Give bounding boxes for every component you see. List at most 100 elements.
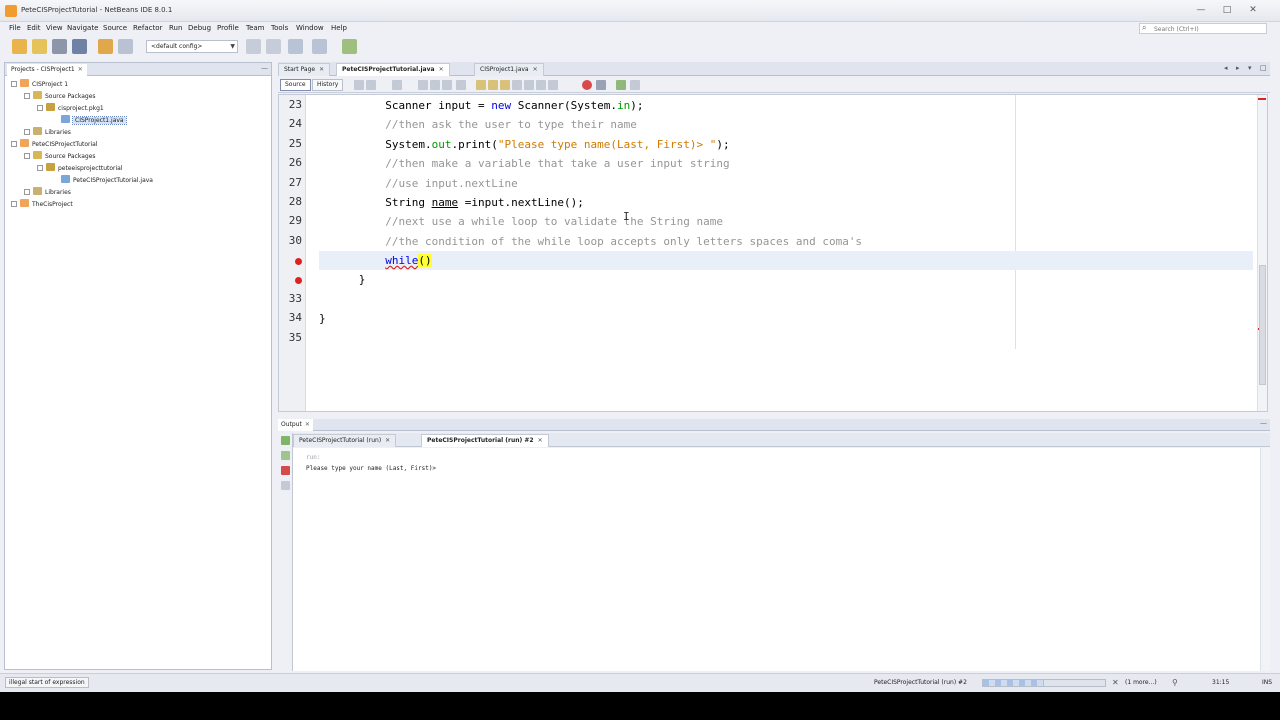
maximize-button[interactable]: □: [1214, 3, 1240, 17]
open-project-icon[interactable]: [52, 39, 67, 54]
tree-node-libraries[interactable]: Libraries: [24, 187, 71, 198]
stop-macro-icon[interactable]: [596, 80, 606, 90]
output-tab[interactable]: Output ✕: [278, 419, 313, 431]
menu-view[interactable]: View: [46, 24, 63, 32]
collapse-icon[interactable]: [24, 93, 30, 99]
comment-icon[interactable]: [536, 80, 546, 90]
expand-icon[interactable]: [24, 189, 30, 195]
minimize-panel-icon[interactable]: —: [261, 64, 268, 72]
config-select[interactable]: <default config> ▼: [146, 40, 238, 53]
error-icon[interactable]: [295, 258, 302, 265]
scroll-left-icon[interactable]: ◂: [1224, 64, 1228, 72]
menu-file[interactable]: File: [9, 24, 21, 32]
start-macro-icon[interactable]: [582, 80, 592, 90]
search-input[interactable]: [1154, 25, 1262, 33]
tree-node-java-file[interactable]: PeteCISProjectTutorial.java: [61, 175, 153, 186]
code-editor[interactable]: 23 24 25 26 27 28 29 30 33 34 35 Scanner…: [278, 94, 1268, 412]
projects-tab[interactable]: Projects - CISProject1 ✕: [7, 64, 87, 76]
more-tasks-label[interactable]: (1 more...): [1125, 679, 1157, 686]
output-subtab-run-2[interactable]: PeteCISProjectTutorial (run) #2 ✕: [421, 434, 549, 447]
debug-icon[interactable]: [312, 39, 327, 54]
shift-left-icon[interactable]: [512, 80, 522, 90]
editor-scrollbar[interactable]: [1257, 95, 1267, 411]
close-icon[interactable]: ✕: [385, 437, 390, 444]
expand-icon[interactable]: [24, 129, 30, 135]
redo-icon[interactable]: [118, 39, 133, 54]
new-file-icon[interactable]: [12, 39, 27, 54]
find-previous-icon[interactable]: [418, 80, 428, 90]
find-next-icon[interactable]: [430, 80, 440, 90]
close-icon[interactable]: ✕: [439, 66, 444, 73]
build-icon[interactable]: [246, 39, 261, 54]
scrollbar-thumb[interactable]: [1259, 265, 1266, 385]
stop-icon[interactable]: [281, 466, 290, 475]
menu-navigate[interactable]: Navigate: [67, 24, 98, 32]
tree-node-project[interactable]: CISProject 1: [11, 79, 68, 90]
error-icon[interactable]: [295, 277, 302, 284]
collapse-icon[interactable]: [37, 105, 43, 111]
notifications-icon[interactable]: ⚲: [1172, 678, 1178, 687]
close-icon[interactable]: ✕: [78, 66, 83, 73]
tree-node-source-packages[interactable]: Source Packages: [24, 151, 96, 162]
menu-help[interactable]: Help: [331, 24, 347, 32]
rerun-icon[interactable]: [281, 436, 290, 445]
back-icon[interactable]: [354, 80, 364, 90]
menu-profile[interactable]: Profile: [217, 24, 239, 32]
uncomment-icon[interactable]: [548, 80, 558, 90]
shift-right-icon[interactable]: [524, 80, 534, 90]
profile-icon[interactable]: [342, 39, 357, 54]
close-icon[interactable]: ✕: [538, 437, 543, 444]
menu-source[interactable]: Source: [103, 24, 127, 32]
tree-node-package[interactable]: peteeisprojecttutorial: [37, 163, 123, 174]
tree-node-package[interactable]: cisproject.pkg1: [37, 103, 104, 114]
tab-cis-project1[interactable]: CISProject1.java ✕: [474, 63, 544, 76]
collapse-icon[interactable]: [37, 165, 43, 171]
collapse-icon[interactable]: [24, 153, 30, 159]
tree-node-project[interactable]: PeteCISProjectTutorial: [11, 139, 98, 150]
close-window-button[interactable]: ✕: [1240, 3, 1266, 17]
running-process-label[interactable]: PeteCISProjectTutorial (run) #2: [874, 679, 967, 686]
check-icon[interactable]: [616, 80, 626, 90]
output-scrollbar[interactable]: [1260, 448, 1270, 671]
output-console[interactable]: run: Please type your name (Last, First)…: [293, 448, 1270, 671]
scroll-right-icon[interactable]: ▸: [1236, 64, 1240, 72]
next-bookmark-icon[interactable]: [500, 80, 510, 90]
collapse-icon[interactable]: [11, 141, 17, 147]
new-project-icon[interactable]: [32, 39, 47, 54]
fold-gutter[interactable]: [306, 95, 319, 411]
diff-icon[interactable]: [630, 80, 640, 90]
menu-edit[interactable]: Edit: [27, 24, 41, 32]
tab-pete-cis-project-tutorial[interactable]: PeteCISProjectTutorial.java ✕: [336, 63, 450, 76]
maximize-editor-icon[interactable]: □: [1260, 64, 1267, 72]
menu-window[interactable]: Window: [296, 24, 324, 32]
minimize-button[interactable]: —: [1188, 3, 1214, 17]
tab-start-page[interactable]: Start Page ✕: [278, 63, 331, 76]
close-icon[interactable]: ✕: [533, 66, 538, 73]
toggle-highlight-icon[interactable]: [456, 80, 466, 90]
expand-icon[interactable]: [11, 201, 17, 207]
settings-icon[interactable]: [281, 481, 290, 490]
tab-list-icon[interactable]: ▾: [1248, 64, 1252, 72]
menu-refactor[interactable]: Refactor: [133, 24, 162, 32]
close-icon[interactable]: ✕: [305, 421, 310, 428]
tree-node-source-packages[interactable]: Source Packages: [24, 91, 96, 102]
toggle-bookmark-icon[interactable]: [476, 80, 486, 90]
previous-bookmark-icon[interactable]: [488, 80, 498, 90]
forward-icon[interactable]: [366, 80, 376, 90]
error-stripe-marker[interactable]: [1258, 98, 1266, 100]
source-view-button[interactable]: Source: [280, 79, 311, 91]
rerun-with-options-icon[interactable]: [281, 451, 290, 460]
menu-team[interactable]: Team: [246, 24, 265, 32]
find-icon[interactable]: [392, 80, 402, 90]
save-all-icon[interactable]: [72, 39, 87, 54]
cancel-progress-icon[interactable]: ✕: [1112, 678, 1119, 687]
undo-icon[interactable]: [98, 39, 113, 54]
run-icon[interactable]: [288, 39, 303, 54]
clean-build-icon[interactable]: [266, 39, 281, 54]
tree-node-project[interactable]: TheCisProject: [11, 199, 73, 210]
tree-node-java-file[interactable]: CISProject1.java: [61, 115, 127, 126]
menu-tools[interactable]: Tools: [271, 24, 288, 32]
collapse-icon[interactable]: [11, 81, 17, 87]
tree-node-libraries[interactable]: Libraries: [24, 127, 71, 138]
menu-run[interactable]: Run: [169, 24, 182, 32]
